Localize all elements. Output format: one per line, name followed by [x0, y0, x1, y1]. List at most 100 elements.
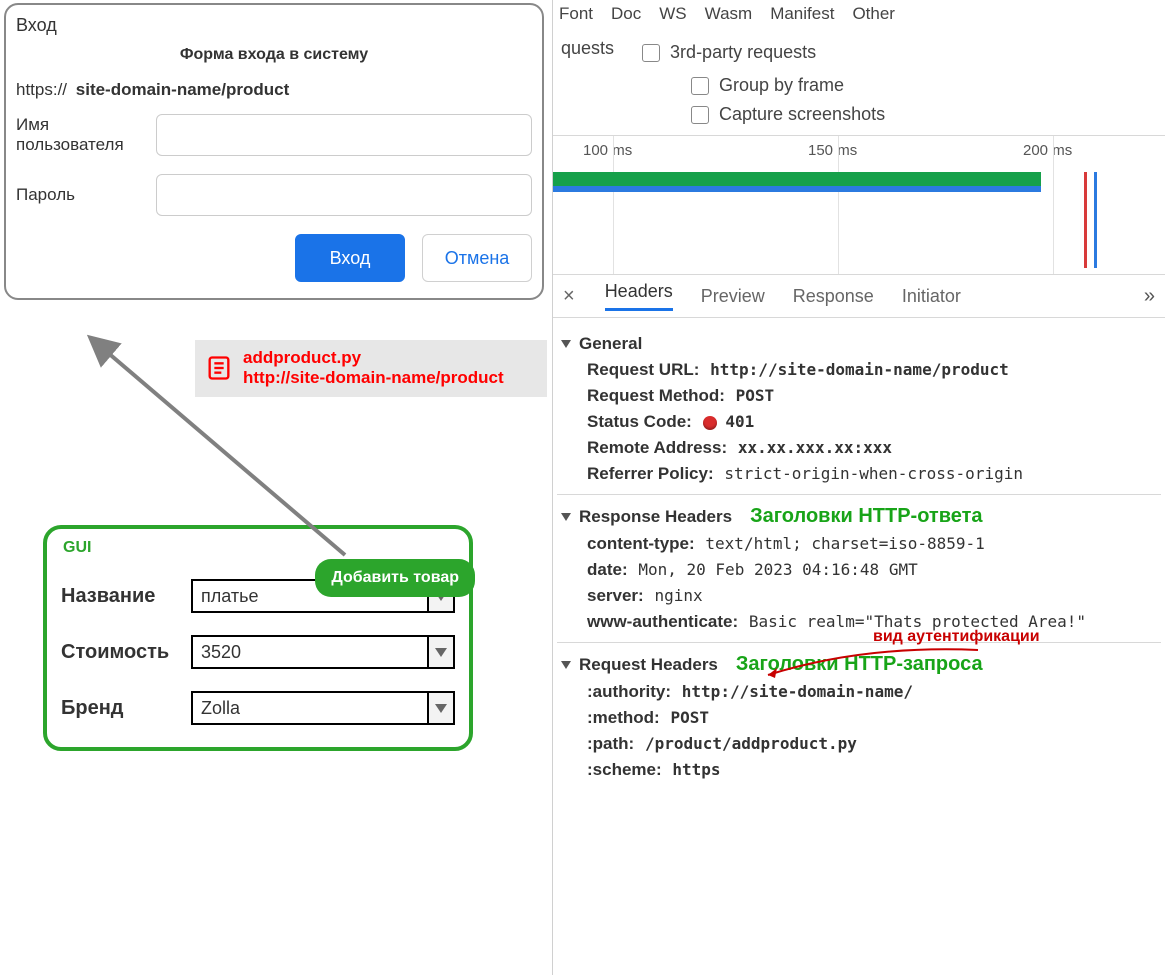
filter-other[interactable]: Other — [852, 4, 895, 24]
gui-panel: GUI Добавить товар Название платье Стоим… — [43, 525, 473, 751]
file-name: addproduct.py — [243, 348, 504, 368]
chevron-down-icon — [561, 340, 571, 348]
price-value: 3520 — [193, 642, 427, 663]
url-scheme: https:// — [16, 80, 67, 99]
checkbox-capture-screenshots[interactable]: Capture screenshots — [681, 104, 1165, 125]
server-v: nginx — [654, 586, 702, 605]
checkbox-capture-screenshots-label: Capture screenshots — [719, 104, 885, 125]
network-filter-tabs: Font Doc WS Wasm Manifest Other — [553, 0, 1165, 30]
chevron-down-icon — [561, 661, 571, 669]
file-url: http://site-domain-name/product — [243, 368, 504, 388]
brand-label: Бренд — [61, 697, 191, 720]
filter-font[interactable]: Font — [559, 4, 593, 24]
req-method-v: POST — [736, 386, 775, 405]
filter-ws[interactable]: WS — [659, 4, 686, 24]
content-type-v: text/html; charset=iso-8859-1 — [705, 534, 984, 553]
checkbox-quests[interactable]: quests — [561, 34, 614, 63]
remote-addr-k: Remote Address: — [587, 438, 727, 457]
date-k: date: — [587, 560, 628, 579]
content-type-k: content-type: — [587, 534, 695, 553]
dropdown-icon[interactable] — [427, 637, 453, 667]
close-icon[interactable]: × — [563, 285, 575, 308]
network-timeline[interactable]: 100 ms 150 ms 200 ms — [553, 135, 1165, 275]
status-code-k: Status Code: — [587, 412, 692, 431]
tick-100: 100 ms — [583, 142, 632, 159]
www-auth-v: Basic realm="Thats protected Area!" — [749, 612, 1086, 631]
checkbox-group-by-frame-label: Group by frame — [719, 75, 844, 96]
status-code-v: 401 — [725, 412, 754, 431]
login-url: https:// site-domain-name/product — [16, 80, 532, 100]
date-v: Mon, 20 Feb 2023 04:16:48 GMT — [638, 560, 917, 579]
section-request-headers-title: Request Headers — [579, 655, 718, 675]
username-label: Имя пользователя — [16, 115, 156, 155]
server-k: server: — [587, 586, 644, 605]
login-subtitle: Форма входа в систему — [16, 46, 532, 64]
url-host: site-domain-name/product — [72, 80, 289, 99]
timeline-marker-blue — [1094, 172, 1097, 268]
headers-body: General Request URL: http://site-domain-… — [553, 318, 1165, 796]
section-response-headers[interactable]: Response Headers Заголовки HTTP-ответа — [561, 505, 1161, 528]
method-v: POST — [670, 708, 709, 727]
dropdown-icon[interactable] — [427, 693, 453, 723]
request-headers-note: Заголовки HTTP-запроса — [736, 653, 983, 676]
section-general-title: General — [579, 334, 642, 354]
login-title: Вход — [16, 15, 57, 36]
gui-row-price: Стоимость 3520 — [61, 635, 455, 669]
checkbox-icon[interactable] — [691, 77, 709, 95]
tab-response[interactable]: Response — [793, 286, 874, 307]
price-select[interactable]: 3520 — [191, 635, 455, 669]
password-label: Пароль — [16, 185, 156, 205]
checkbox-group-by-frame[interactable]: Group by frame — [681, 75, 1165, 96]
path-k: :path: — [587, 734, 634, 753]
gui-title: GUI — [63, 539, 455, 557]
file-text: addproduct.py http://site-domain-name/pr… — [243, 348, 504, 389]
devtools-panel: Font Doc WS Wasm Manifest Other quests 3… — [552, 0, 1165, 975]
checkbox-3rd-party-label: 3rd-party requests — [670, 42, 816, 63]
section-general[interactable]: General — [561, 334, 1161, 354]
timeline-bar — [553, 172, 1041, 186]
login-submit-button[interactable]: Вход — [295, 234, 405, 282]
tab-initiator[interactable]: Initiator — [902, 286, 961, 307]
login-dialog: Вход Форма входа в систему https:// site… — [4, 3, 544, 300]
username-input[interactable] — [156, 114, 532, 156]
status-dot-icon — [703, 416, 717, 430]
more-tabs-icon[interactable]: » — [1144, 285, 1155, 308]
referrer-k: Referrer Policy: — [587, 464, 714, 483]
scheme-v: https — [672, 760, 720, 779]
section-response-headers-title: Response Headers — [579, 507, 732, 527]
brand-value: Zolla — [193, 698, 427, 719]
checkbox-3rd-party[interactable]: 3rd-party requests — [642, 42, 816, 63]
chevron-down-icon — [561, 513, 571, 521]
timeline-marker-red — [1084, 172, 1087, 268]
request-detail-tabs: × Headers Preview Response Initiator » — [553, 275, 1165, 318]
filter-wasm[interactable]: Wasm — [705, 4, 753, 24]
password-input[interactable] — [156, 174, 532, 216]
remote-addr-v: xx.xx.xxx.xx:xxx — [738, 438, 892, 457]
tab-headers[interactable]: Headers — [605, 281, 673, 311]
login-cancel-button[interactable]: Отмена — [422, 234, 532, 282]
filter-doc[interactable]: Doc — [611, 4, 641, 24]
add-product-button[interactable]: Добавить товар — [315, 559, 475, 597]
req-url-k: Request URL: — [587, 360, 699, 379]
www-auth-k: www-authenticate: — [587, 612, 738, 631]
document-icon — [205, 354, 233, 382]
req-method-k: Request Method: — [587, 386, 725, 405]
filter-manifest[interactable]: Manifest — [770, 4, 834, 24]
authority-k: :authority: — [587, 682, 671, 701]
timeline-bar-secondary — [553, 186, 1041, 192]
method-k: :method: — [587, 708, 660, 727]
section-request-headers[interactable]: Request Headers Заголовки HTTP-запроса — [561, 653, 1161, 676]
brand-select[interactable]: Zolla — [191, 691, 455, 725]
checkbox-icon[interactable] — [691, 106, 709, 124]
gui-row-brand: Бренд Zolla — [61, 691, 455, 725]
checkbox-icon[interactable] — [642, 44, 660, 62]
file-block: addproduct.py http://site-domain-name/pr… — [195, 340, 547, 397]
referrer-v: strict-origin-when-cross-origin — [724, 464, 1023, 483]
price-label: Стоимость — [61, 641, 191, 664]
path-v: /product/addproduct.py — [645, 734, 857, 753]
name-label: Название — [61, 585, 191, 608]
tick-150: 150 ms — [808, 142, 857, 159]
req-url-v: http://site-domain-name/product — [710, 360, 1009, 379]
tab-preview[interactable]: Preview — [701, 286, 765, 307]
response-headers-note: Заголовки HTTP-ответа — [750, 505, 982, 528]
